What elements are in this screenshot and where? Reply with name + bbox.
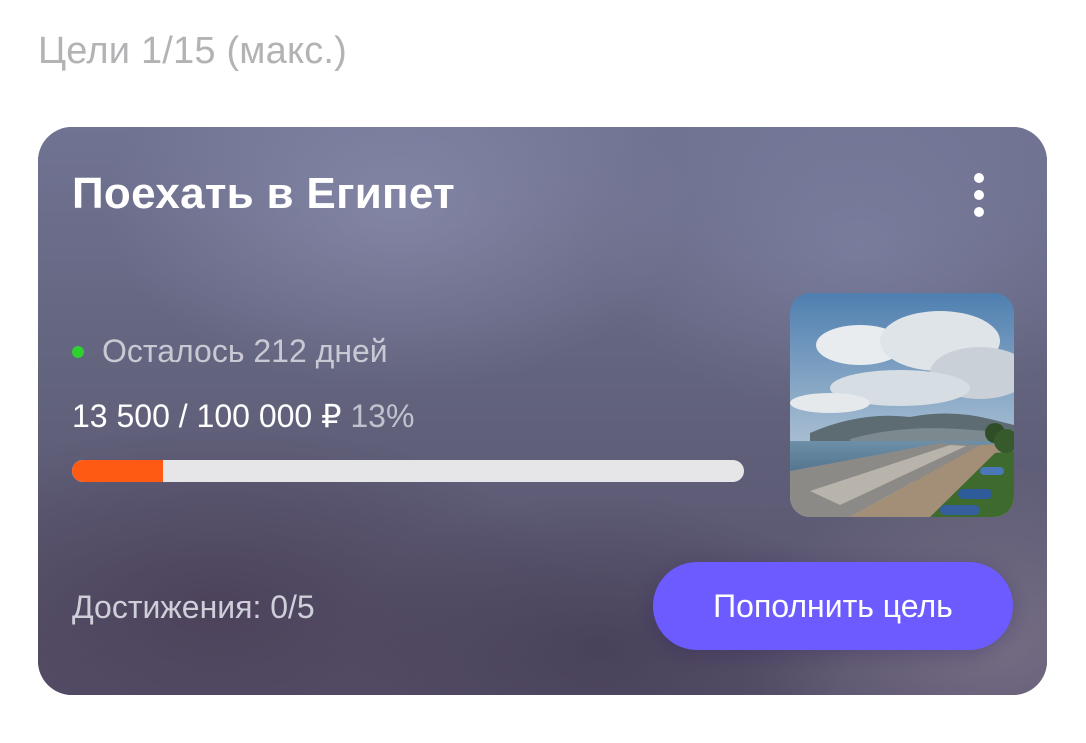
progress-bar <box>72 460 744 482</box>
goals-section-title: Цели 1/15 (макс.) <box>38 30 348 72</box>
goal-card[interactable]: Поехать в Египет Осталось 212 дней 13 50… <box>38 127 1047 695</box>
menu-dot <box>974 207 984 217</box>
progress-bar-fill <box>72 460 163 482</box>
goal-title: Поехать в Египет <box>72 169 455 218</box>
days-left-text: Осталось 212 дней <box>102 333 388 369</box>
saved-amount: 13 500 / 100 000 ₽ <box>72 398 342 434</box>
progress-percent: 13% <box>350 398 415 434</box>
more-vertical-icon[interactable] <box>958 167 1000 223</box>
deadline-status: Осталось 212 дней <box>72 333 388 370</box>
amount-progress-text: 13 500 / 100 000 ₽ 13% <box>72 397 414 435</box>
achievements-text[interactable]: Достижения: 0/5 <box>72 589 315 626</box>
status-dot-icon <box>72 345 84 358</box>
goal-photo[interactable] <box>790 293 1014 517</box>
seaside-promenade-photo <box>790 293 1014 517</box>
menu-dot <box>974 173 984 183</box>
top-up-goal-button[interactable]: Пополнить цель <box>653 562 1013 650</box>
menu-dot <box>974 190 984 200</box>
